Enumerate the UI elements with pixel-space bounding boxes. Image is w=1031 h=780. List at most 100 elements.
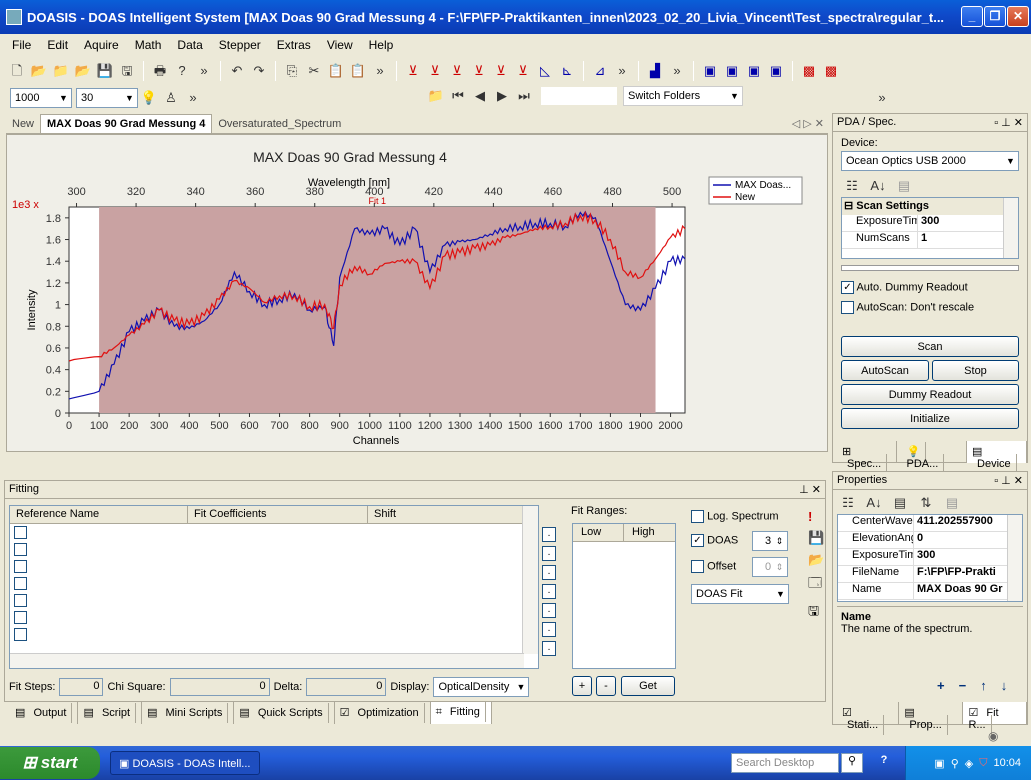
categorized-icon[interactable]: ☷	[839, 494, 857, 512]
open-recent-icon[interactable]: 📂	[74, 62, 92, 80]
row-button[interactable]: .	[542, 546, 556, 561]
help-icon[interactable]: ?	[173, 62, 191, 80]
math-tool-3-icon[interactable]: ⊻	[448, 62, 466, 80]
stop-button[interactable]: Stop	[932, 360, 1019, 381]
device-1-icon[interactable]: ▩	[800, 62, 818, 80]
row-checkbox[interactable]	[14, 543, 27, 556]
close-button[interactable]: ✕	[1007, 6, 1029, 27]
prev-icon[interactable]: ◀	[471, 87, 489, 105]
table-row[interactable]	[14, 560, 534, 577]
move-down-icon[interactable]: ↓	[1001, 678, 1008, 693]
switch-folders-combo[interactable]: Switch Folders ▼	[623, 86, 743, 106]
math-tool-5-icon[interactable]: ⊻	[492, 62, 510, 80]
tab-spec[interactable]: ⊞ Spec...	[837, 441, 897, 474]
window-4-icon[interactable]: ▣	[767, 62, 785, 80]
overflow-icon[interactable]: »	[184, 89, 202, 107]
add-range-button[interactable]: +	[572, 676, 592, 696]
row-button[interactable]: .	[542, 622, 556, 637]
tab-oversaturated[interactable]: Oversaturated_Spectrum	[212, 115, 347, 133]
auto-dummy-row[interactable]: ✓ Auto. Dummy Readout	[833, 271, 1027, 294]
tab-pda[interactable]: 💡 PDA...	[897, 441, 968, 474]
menu-extras[interactable]: Extras	[269, 38, 319, 52]
get-button[interactable]: Get	[621, 676, 675, 696]
dummy-readout-button[interactable]: Dummy Readout	[841, 384, 1019, 405]
device-2-icon[interactable]: ▩	[822, 62, 840, 80]
offset-spinner[interactable]: 0 ⇕	[752, 557, 788, 577]
column-shift[interactable]: Shift	[368, 506, 538, 523]
menu-edit[interactable]: Edit	[39, 38, 76, 52]
vertical-scrollbar[interactable]	[1007, 515, 1022, 601]
properties-icon[interactable]: 🗔	[808, 574, 824, 596]
file-position-field[interactable]	[541, 87, 617, 105]
shield-icon[interactable]: ⛉	[979, 757, 987, 770]
copy-icon[interactable]: ⎘	[283, 62, 301, 80]
tab-fitting[interactable]: ⌗ Fitting	[430, 702, 492, 724]
events-icon[interactable]: ⇅	[917, 494, 935, 512]
doas-row[interactable]: ✓ DOAS	[691, 534, 738, 547]
tab-prop[interactable]: ▤ Prop...	[899, 702, 964, 735]
tab-device[interactable]: ▤ Device	[967, 441, 1027, 474]
table-row[interactable]	[14, 543, 534, 560]
save-icon[interactable]: 💾	[808, 530, 824, 546]
open-folder-icon[interactable]: 📂	[808, 552, 824, 568]
prop-row-numscans[interactable]: NumScans 1	[842, 232, 1018, 249]
device-select[interactable]: Ocean Optics USB 2000 ▼	[841, 151, 1019, 171]
row-button[interactable]: .	[542, 584, 556, 599]
column-reference-name[interactable]: Reference Name	[10, 506, 188, 523]
graph-icon[interactable]: ⊿	[591, 62, 609, 80]
paste-icon[interactable]: 📋	[327, 62, 345, 80]
tab-stati[interactable]: ☑ Stati...	[837, 702, 900, 735]
tab-quick-scripts[interactable]: ▤ Quick Scripts	[234, 702, 335, 724]
tab-fit-ranges[interactable]: ☑ Fit R...	[963, 702, 1027, 735]
table-row[interactable]	[14, 628, 534, 645]
prop-row-name[interactable]: Name MAX Doas 90 Gr	[838, 583, 1022, 600]
row-checkbox[interactable]	[14, 594, 27, 607]
offset-row[interactable]: Offset	[691, 560, 736, 573]
categorized-icon[interactable]: ☷	[843, 177, 861, 195]
row-button[interactable]: .	[542, 527, 556, 542]
vertical-scrollbar[interactable]	[1003, 198, 1018, 258]
maximize-button[interactable]: ❐	[984, 6, 1006, 27]
tab-optimization[interactable]: ☑ Optimization	[335, 702, 431, 724]
math-tool-6-icon[interactable]: ⊻	[514, 62, 532, 80]
menu-file[interactable]: File	[4, 38, 39, 52]
first-icon[interactable]: ⏮	[449, 87, 467, 105]
search-desktop-input[interactable]: Search Desktop	[731, 753, 839, 773]
property-pages-icon[interactable]: ▤	[943, 494, 961, 512]
prop-row-elevationangle[interactable]: ElevationAngle0	[838, 532, 1022, 549]
properties-icon[interactable]: ▤	[891, 494, 909, 512]
table-row[interactable]	[14, 526, 534, 543]
window-3-icon[interactable]: ▣	[745, 62, 763, 80]
next-icon[interactable]: ▶	[493, 87, 511, 105]
math-tool-4-icon[interactable]: ⊻	[470, 62, 488, 80]
save-all-icon[interactable]: 🖫	[808, 602, 824, 624]
prop-row-exposure[interactable]: ExposureTim 300	[842, 215, 1018, 232]
redo-icon[interactable]: ↷	[250, 62, 268, 80]
value1-combo[interactable]: 1000 ▼	[10, 88, 72, 108]
start-button[interactable]: ⊞ start	[0, 747, 100, 779]
column-fit-coefficients[interactable]: Fit Coefficients	[188, 506, 368, 523]
menu-view[interactable]: View	[319, 38, 361, 52]
folder-icon[interactable]: 📁	[427, 87, 445, 105]
row-checkbox[interactable]	[14, 526, 27, 539]
tab-mini-scripts[interactable]: ▤ Mini Scripts	[142, 702, 235, 724]
pin-close-icon[interactable]: ▫ ⊥ ✕	[994, 116, 1023, 129]
search-icon[interactable]: ⚲	[841, 753, 863, 773]
user-icon[interactable]: ♙	[162, 89, 180, 107]
log-spectrum-checkbox[interactable]	[691, 510, 704, 523]
vertical-scrollbar[interactable]	[522, 506, 538, 654]
minimize-button[interactable]: _	[961, 6, 983, 27]
tab-scroll-icon[interactable]: ◁ ▷ ✕	[788, 114, 828, 133]
value2-combo[interactable]: 30 ▼	[76, 88, 138, 108]
row-button[interactable]: .	[542, 565, 556, 580]
lightbulb-icon[interactable]: 💡	[140, 89, 158, 107]
overflow-icon[interactable]: »	[613, 62, 631, 80]
doas-order-spinner[interactable]: 3 ⇕	[752, 531, 788, 551]
new-file-icon[interactable]: 🗋	[8, 62, 26, 80]
autoscan-norescale-row[interactable]: AutoScan: Don't rescale	[833, 294, 1027, 314]
taskbar-app-button[interactable]: ▣ DOASIS - DOAS Intell...	[110, 751, 260, 775]
row-button[interactable]: .	[542, 641, 556, 656]
menu-help[interactable]: Help	[361, 38, 402, 52]
save-as-icon[interactable]: 🖫	[118, 62, 136, 80]
tab-max-doas[interactable]: MAX Doas 90 Grad Messung 4	[40, 114, 213, 133]
